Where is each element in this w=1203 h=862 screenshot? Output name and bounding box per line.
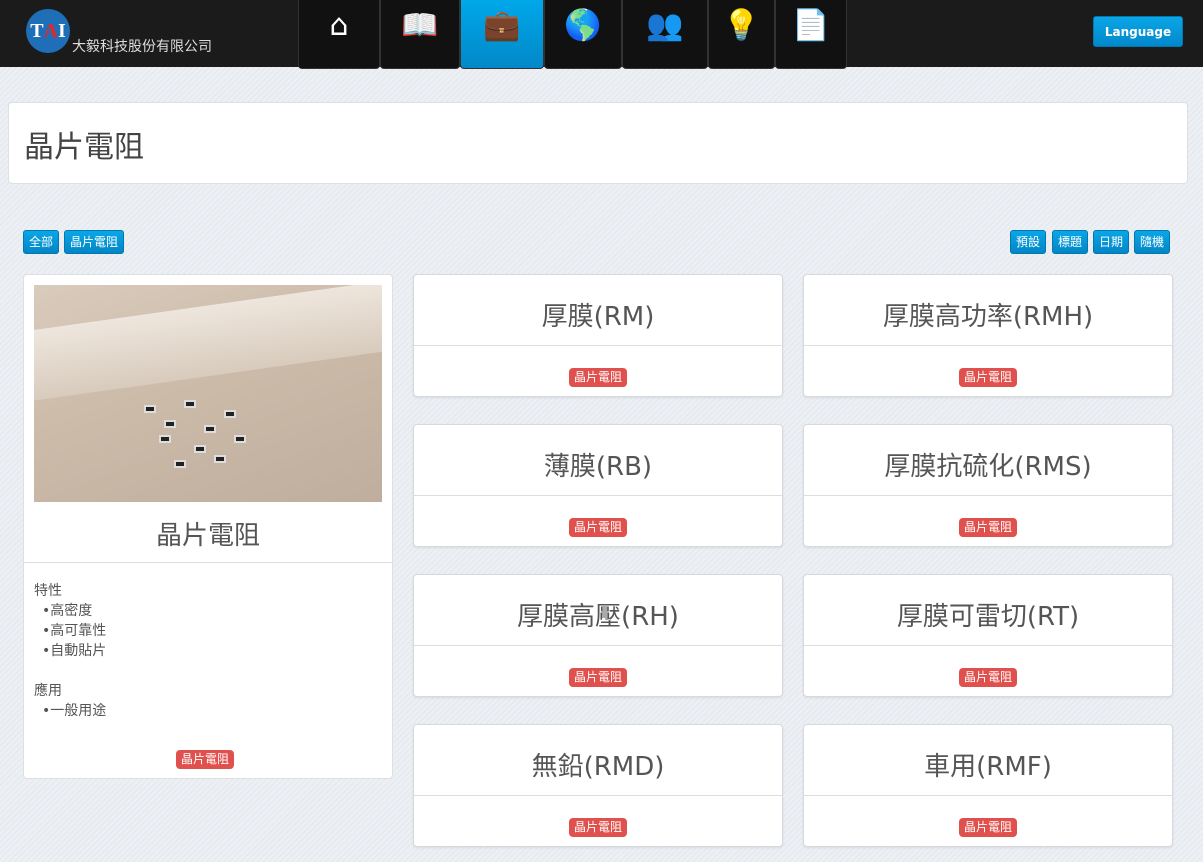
lightbulb-icon: 💡 [722,7,761,43]
globe-icon: 🌎 [564,7,602,43]
application-heading: 應用 [34,683,62,699]
feature-heading: 特性 [34,583,62,599]
feature-item: •自動貼片 [42,643,107,659]
nav-ideas[interactable]: 💡 [708,0,775,69]
book-icon: 📖 [401,7,439,43]
category-tag[interactable]: 晶片電阻 [568,818,627,837]
top-bar: TAI 大毅科技股份有限公司 ⌂ 📖 💼 🌎 👥 💡 📄 Language [0,0,1203,69]
nav-catalog[interactable]: 📖 [380,0,460,69]
users-icon: 👥 [646,7,684,43]
language-button[interactable]: Language [1093,16,1183,47]
application-item: •一般用途 [42,703,107,719]
product-card[interactable]: 薄膜(RB) 晶片電阻 [413,424,783,547]
nav-products[interactable]: 💼 [460,0,544,69]
sort-date[interactable]: 日期 [1093,230,1130,254]
category-tag[interactable]: 晶片電阻 [176,750,235,769]
category-tag[interactable]: 晶片電阻 [568,668,627,687]
feature-title: 晶片電阻 [155,521,260,551]
nav-about[interactable]: 👥 [622,0,708,69]
feature-item: •高密度 [42,603,93,619]
product-title[interactable]: 厚膜抗硫化(RMS) [804,425,1172,496]
category-tag[interactable]: 晶片電阻 [958,818,1017,837]
home-icon: ⌂ [329,7,349,43]
category-tag[interactable]: 晶片電阻 [958,518,1017,537]
product-title[interactable]: 厚膜可雷切(RT) [804,575,1172,646]
product-title[interactable]: 厚膜(RM) [414,275,782,346]
company-name: 大毅科技股份有限公司 [72,39,212,55]
feature-item: •高可靠性 [42,623,107,639]
document-icon: 📄 [792,7,830,43]
product-card[interactable]: 厚膜可雷切(RT) 晶片電阻 [803,574,1173,697]
title-panel [8,102,1188,184]
nav-global[interactable]: 🌎 [544,0,622,69]
category-tag[interactable]: 晶片電阻 [568,518,627,537]
product-title[interactable]: 車用(RMF) [804,725,1172,796]
nav-home[interactable]: ⌂ [298,0,380,69]
page-title: 晶片電阻 [24,130,144,165]
product-card[interactable]: 車用(RMF) 晶片電阻 [803,724,1173,847]
category-tag[interactable]: 晶片電阻 [958,668,1017,687]
sort-title[interactable]: 標題 [1052,230,1089,254]
category-tag[interactable]: 晶片電阻 [568,368,627,387]
product-title[interactable]: 厚膜高功率(RMH) [804,275,1172,346]
product-card[interactable]: 厚膜高壓(RH) 晶片電阻 [413,574,783,697]
divider [24,562,392,563]
briefcase-icon: 💼 [483,7,521,43]
chip-resistor-image [34,285,382,502]
product-title[interactable]: 薄膜(RB) [414,425,782,496]
product-title[interactable]: 厚膜高壓(RH) [414,575,782,646]
product-card[interactable]: 厚膜(RM) 晶片電阻 [413,274,783,397]
filter-chip-resistor[interactable]: 晶片電阻 [64,230,125,254]
nav-documents[interactable]: 📄 [775,0,847,69]
category-tag[interactable]: 晶片電阻 [958,368,1017,387]
product-card[interactable]: 厚膜高功率(RMH) 晶片電阻 [803,274,1173,397]
product-card[interactable]: 厚膜抗硫化(RMS) 晶片電阻 [803,424,1173,547]
product-card[interactable]: 無鉛(RMD) 晶片電阻 [413,724,783,847]
sort-default[interactable]: 預設 [1010,230,1047,254]
product-title[interactable]: 無鉛(RMD) [414,725,782,796]
company-logo[interactable]: TAI [26,9,70,53]
sort-random[interactable]: 隨機 [1134,230,1171,254]
filter-all[interactable]: 全部 [23,230,60,254]
